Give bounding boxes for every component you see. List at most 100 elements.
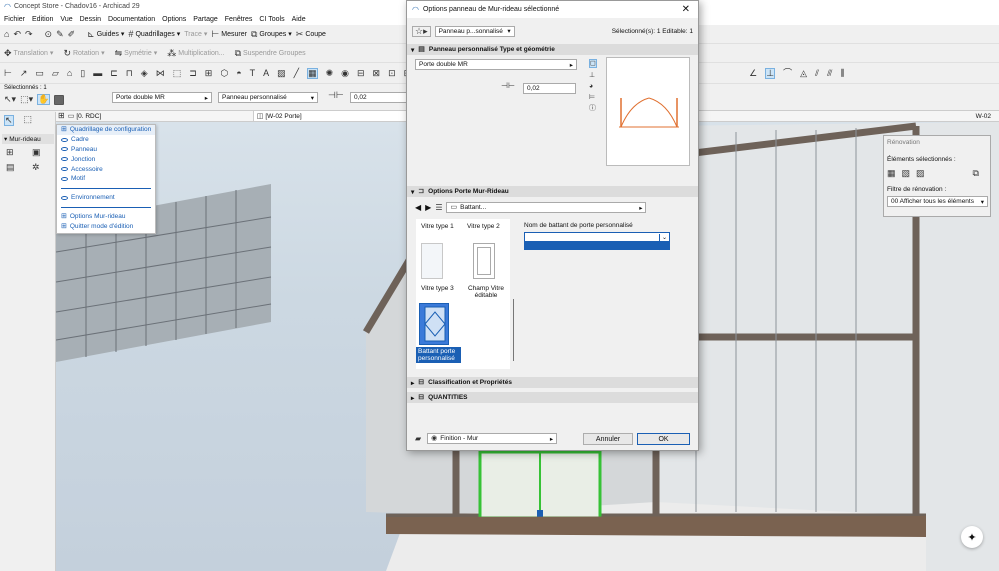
curtain-wall-panel-header[interactable]: ▾ Mur-rideau — [2, 134, 54, 144]
previous-page-icon[interactable]: ◀ — [415, 203, 421, 212]
section-classification-header[interactable]: ▸ ⊟ Classification et Propriétés — [407, 377, 698, 388]
thickness-field[interactable]: 0,02 — [350, 92, 410, 103]
panel-thickness-field[interactable]: 0,02 — [523, 83, 576, 94]
menu-item-accessory[interactable]: Accessoire — [57, 164, 155, 174]
morph-icon[interactable]: ⬡ — [220, 68, 228, 78]
thumb-glass-1[interactable] — [421, 243, 443, 279]
angle-icon[interactable]: ∠ — [749, 68, 757, 78]
menu-options[interactable]: Options — [162, 16, 186, 23]
menu-item-panel[interactable]: Panneau — [57, 145, 155, 155]
door-name-field[interactable]: Porte double MR ▸ — [415, 59, 577, 70]
distribute-icon[interactable]: ⫼ — [840, 68, 844, 78]
panel-type-dropdown[interactable]: Panneau personnalisé ▾ — [218, 92, 318, 103]
elevation-icon[interactable]: ⊠ — [373, 68, 381, 78]
section-quantities-header[interactable]: ▸ ⊟ QUANTITIES — [407, 392, 698, 403]
menu-aide[interactable]: Aide — [292, 16, 306, 23]
custom-leaf-name-dropdown-list[interactable] — [524, 242, 670, 250]
detail-icon[interactable]: ⊡ — [388, 68, 396, 78]
arrow-icon[interactable]: ↗ — [20, 68, 28, 78]
navigator-icon[interactable]: ⊞ — [58, 112, 65, 120]
section-view-icon[interactable]: ⊨ — [589, 94, 597, 101]
roof-icon[interactable]: ⌂ — [67, 68, 72, 78]
text-icon[interactable]: T — [250, 68, 256, 78]
thumb-custom-door[interactable] — [419, 303, 449, 345]
favorite-panel-dropdown[interactable]: Panneau p...sonnalisé ▾ — [434, 25, 515, 37]
beam-icon[interactable]: ▬ — [93, 68, 102, 78]
home-icon[interactable]: ⌂ — [4, 29, 9, 39]
window-icon[interactable]: ⊞ — [205, 68, 213, 78]
menu-fichier[interactable]: Fichier — [4, 16, 25, 23]
cancel-button[interactable]: Annuler — [583, 433, 633, 445]
slab-icon[interactable]: ▱ — [52, 68, 59, 78]
section-options-header[interactable]: ▾ ⊐ Options Porte Mur-Rideau — [407, 186, 698, 197]
slope-icon[interactable]: ⫽ — [815, 68, 819, 78]
gallery-scrollbar[interactable] — [513, 299, 514, 361]
thumb-glass-2[interactable] — [473, 243, 495, 279]
page-list-icon[interactable]: ☰ — [435, 203, 442, 212]
guides-button[interactable]: ⊾ Guides ▾ — [87, 29, 124, 39]
menu-item-junction[interactable]: Jonction — [57, 154, 155, 164]
undo-icon[interactable]: ↶ — [13, 29, 21, 39]
curve-icon[interactable]: ⌒ — [783, 68, 792, 78]
mesh-icon[interactable]: ⋈ — [156, 68, 165, 78]
groups-button[interactable]: ⧉ Groupes ▾ — [251, 29, 292, 39]
ok-button[interactable]: OK — [637, 433, 690, 445]
custom-leaf-name-field[interactable]: ⌄ — [524, 232, 670, 242]
renovation-settings-icon[interactable]: ⧉ — [973, 169, 979, 178]
existing-icon[interactable]: ▦ — [887, 169, 896, 178]
menu-item-frame[interactable]: Cadre — [57, 135, 155, 145]
menu-edition[interactable]: Edition — [32, 16, 53, 23]
railing-icon[interactable]: ⊓ — [126, 68, 133, 78]
align-icon[interactable]: ⫻ — [827, 68, 832, 78]
menu-item-pattern[interactable]: Motif — [57, 174, 155, 184]
thumb-label-1[interactable]: Vitre type 1 — [421, 223, 454, 230]
eyedropper-icon[interactable]: ✎ — [56, 29, 64, 39]
tab-right-label[interactable]: W-02 — [976, 113, 991, 120]
menu-item-exit-edit[interactable]: ⊞ Quitter mode d'édition — [57, 221, 155, 231]
trace-button[interactable]: Trace ▾ — [184, 30, 207, 39]
new-icon[interactable]: ▨ — [916, 169, 925, 178]
arrow-tool-icon[interactable]: ↖ — [4, 115, 14, 126]
chevron-down-icon[interactable]: ⌄ — [658, 233, 669, 241]
renovation-filter-dropdown[interactable]: 00 Afficher tous les éléments ▾ — [887, 196, 988, 207]
arrow-selection-icon[interactable]: ↖▾ — [4, 95, 16, 104]
cw-frame-icon[interactable]: ▣ — [32, 148, 50, 157]
thumb-label-2[interactable]: Vitre type 2 — [467, 223, 500, 230]
stair-icon[interactable]: ⊏ — [110, 68, 118, 78]
redo-icon[interactable]: ↷ — [25, 29, 33, 39]
menu-partage[interactable]: Partage — [193, 16, 218, 23]
info-icon[interactable]: ⓘ — [589, 105, 597, 112]
favorites-star-icon[interactable]: ☆▸ — [412, 25, 431, 37]
pet-palette-icon[interactable]: ⊙ — [45, 29, 53, 39]
edit-mode-icon[interactable]: ✋ — [37, 94, 51, 105]
thumb-label-5[interactable]: Battant porte personnalisé — [416, 347, 461, 363]
shell-icon[interactable]: ◓ — [236, 68, 241, 78]
page-dropdown[interactable]: ▭ Battant... ▸ — [446, 202, 647, 213]
symmetry-button[interactable]: ⇋ Symétrie ▾ — [115, 48, 158, 58]
tab-story-rdc[interactable]: ▭ [0. RDC] — [68, 111, 254, 121]
menu-dessin[interactable]: Dessin — [80, 16, 101, 23]
plan-view-icon[interactable]: ◻ — [589, 59, 597, 68]
fill-icon[interactable]: ▨ — [277, 68, 286, 78]
multiplication-button[interactable]: ⁂ Multiplication... — [167, 48, 224, 58]
menu-item-grid-config[interactable]: ⊞ Quadrillage de configuration — [57, 125, 155, 135]
curtain-wall-tool-icon[interactable]: ▦ — [307, 67, 318, 79]
rotation-button[interactable]: ↻ Rotation ▾ — [63, 48, 104, 58]
panel-settings-icon[interactable] — [54, 94, 65, 105]
demolish-icon[interactable]: ▧ — [902, 169, 911, 178]
lamp-icon[interactable]: ✺ — [326, 68, 334, 78]
snap-guide-icon[interactable]: ◬ — [800, 68, 807, 78]
layer-dropdown[interactable]: ◉ Finition - Mur ▸ — [427, 433, 558, 444]
menu-ci-tools[interactable]: CI Tools — [259, 16, 284, 23]
measure-button[interactable]: ⊢ Mesurer — [211, 29, 247, 39]
suspend-groups-button[interactable]: ⧉ Suspendre Groupes — [235, 48, 306, 58]
zone-icon[interactable]: ⬚ — [173, 68, 182, 78]
dimension-icon[interactable]: ⊢ — [4, 68, 12, 78]
wall-icon[interactable]: ▭ — [35, 68, 44, 78]
camera-icon[interactable]: ◉ — [341, 68, 349, 78]
grids-button[interactable]: # Quadrillages ▾ — [128, 29, 180, 39]
elevation-view-icon[interactable]: ⊥ — [589, 72, 597, 79]
navigation-compass-icon[interactable]: ✦ — [961, 526, 983, 548]
snap-icon[interactable]: ⊥ — [765, 67, 776, 79]
section-geometry-header[interactable]: ▾ ▤ Panneau personnalisé Type et géométrie — [407, 44, 698, 55]
